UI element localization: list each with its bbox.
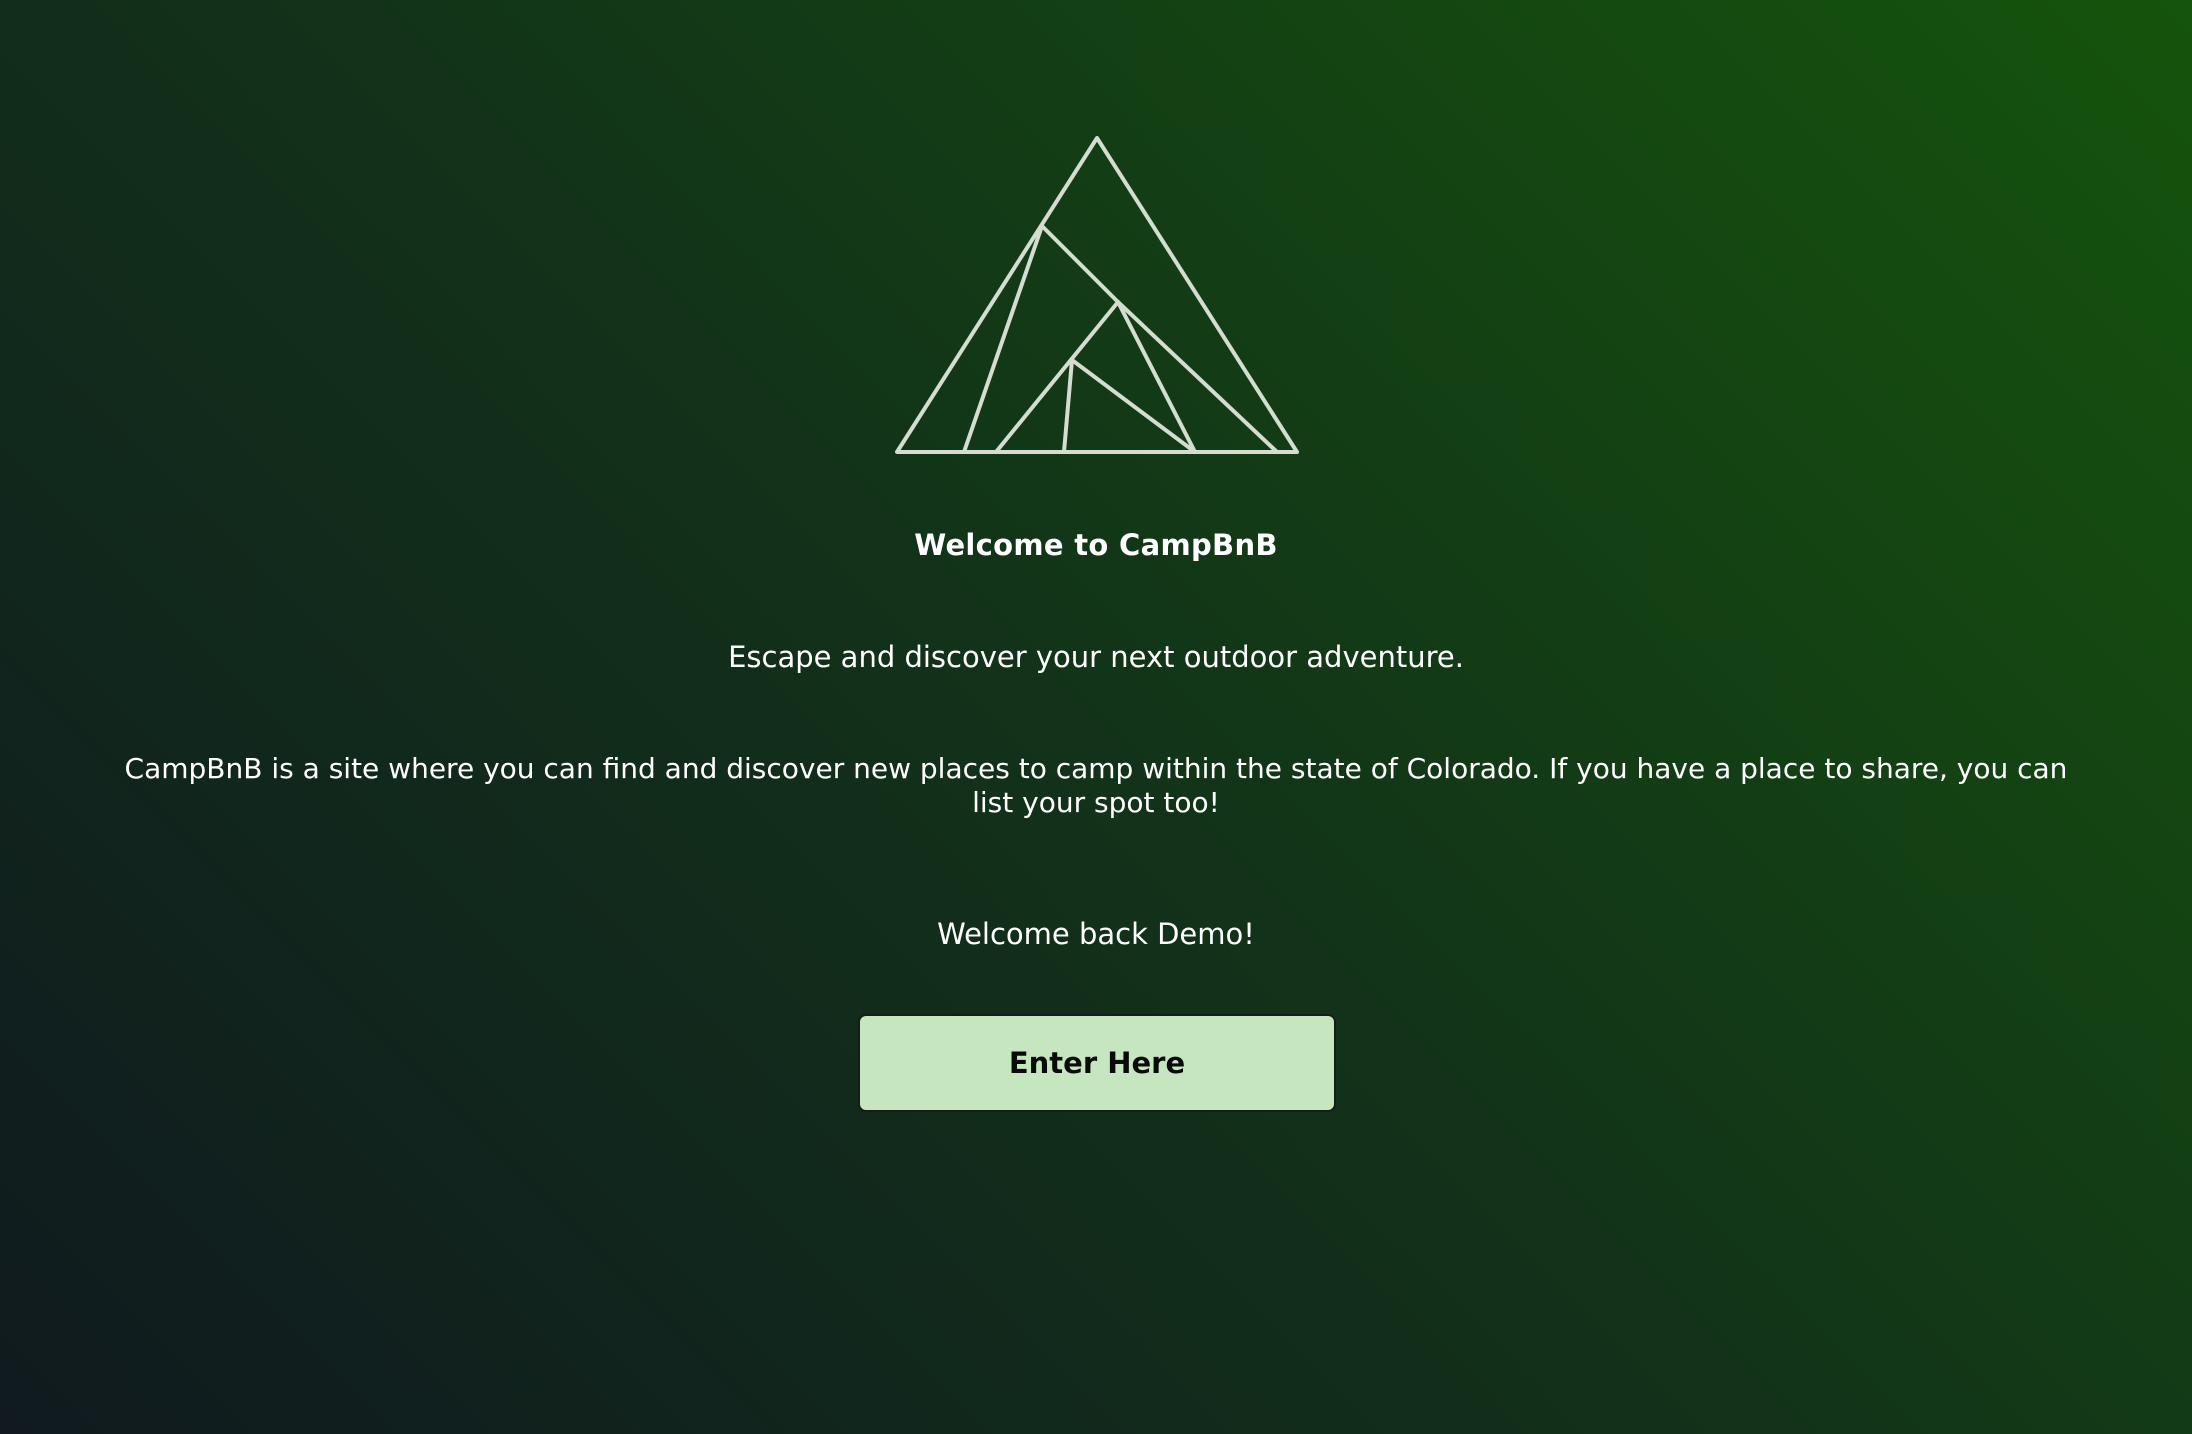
- mountain-logo-icon: [895, 134, 1300, 456]
- tagline: Escape and discover your next outdoor ad…: [728, 640, 1464, 674]
- site-description: CampBnB is a site where you can find and…: [124, 752, 2068, 819]
- welcome-back-message: Welcome back Demo!: [937, 917, 1255, 951]
- enter-button[interactable]: Enter Here: [858, 1014, 1336, 1112]
- page-title: Welcome to CampBnB: [914, 528, 1278, 562]
